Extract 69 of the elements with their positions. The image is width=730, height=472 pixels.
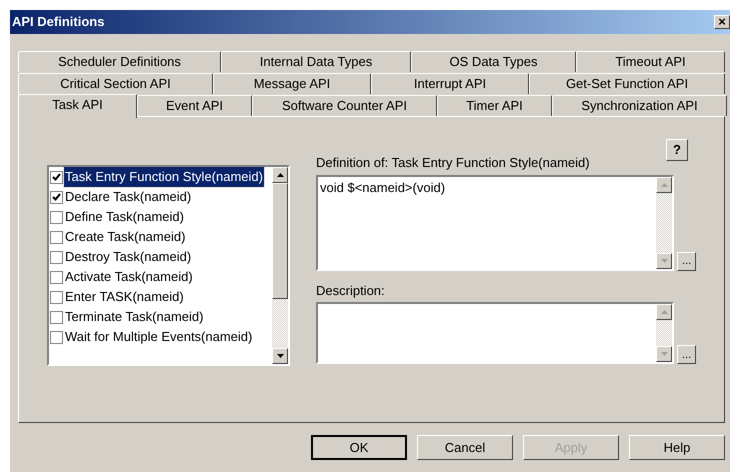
dialog-button[interactable]: OK bbox=[311, 435, 407, 460]
item-label: Declare Task(nameid) bbox=[64, 188, 192, 206]
scroll-down-button[interactable] bbox=[656, 252, 672, 268]
definition-label: Definition of: Task Entry Function Style(nameid) bbox=[316, 154, 591, 172]
check-icon bbox=[52, 173, 61, 181]
item-label: Wait for Multiple Events(nameid) bbox=[64, 328, 254, 346]
tab[interactable]: Synchronization API bbox=[552, 95, 727, 116]
browse-button[interactable]: ... bbox=[677, 345, 696, 364]
item-label: Define Task(nameid) bbox=[64, 208, 185, 226]
up-arrow-icon bbox=[276, 173, 284, 177]
tab[interactable]: OS Data Types bbox=[411, 51, 576, 72]
dialog-button[interactable]: Help bbox=[629, 435, 725, 460]
scroll-down-button[interactable] bbox=[656, 346, 672, 362]
item-label: Terminate Task(nameid) bbox=[64, 308, 204, 326]
definition-field[interactable]: void $<nameid>(void) bbox=[316, 174, 674, 270]
down-arrow-icon bbox=[660, 258, 668, 262]
scrollbar[interactable] bbox=[656, 304, 672, 362]
tab[interactable]: Task API bbox=[18, 94, 137, 118]
tab[interactable]: Message API bbox=[213, 73, 371, 94]
description-field[interactable] bbox=[316, 302, 674, 364]
tab[interactable]: Scheduler Definitions bbox=[18, 51, 221, 72]
tab[interactable]: Timeout API bbox=[576, 51, 725, 72]
item-label: Activate Task(nameid) bbox=[64, 268, 194, 286]
checkbox[interactable] bbox=[50, 310, 63, 324]
list-item[interactable]: Destroy Task(nameid) bbox=[49, 247, 272, 267]
list-item[interactable]: Create Task(nameid) bbox=[49, 227, 272, 247]
tab[interactable]: Internal Data Types bbox=[221, 51, 411, 72]
checkbox[interactable] bbox=[50, 230, 63, 244]
list-item[interactable]: Terminate Task(nameid) bbox=[49, 307, 272, 327]
tab[interactable]: Get-Set Function API bbox=[529, 73, 725, 94]
item-label: Destroy Task(nameid) bbox=[64, 248, 192, 266]
tab[interactable]: Software Counter API bbox=[252, 95, 437, 116]
scroll-up-button[interactable] bbox=[272, 167, 288, 183]
scroll-thumb[interactable] bbox=[272, 183, 288, 299]
scroll-down-button[interactable] bbox=[272, 348, 288, 364]
down-arrow-icon bbox=[276, 354, 284, 358]
tab[interactable]: Interrupt API bbox=[371, 73, 529, 94]
up-arrow-icon bbox=[660, 310, 668, 314]
item-label: Enter TASK(nameid) bbox=[64, 288, 185, 306]
scroll-up-button[interactable] bbox=[656, 176, 672, 192]
checkbox[interactable] bbox=[50, 170, 63, 184]
description-label: Description: bbox=[316, 282, 386, 300]
up-arrow-icon bbox=[660, 182, 668, 186]
scrollbar[interactable] bbox=[656, 176, 672, 268]
list-item[interactable]: Declare Task(nameid) bbox=[49, 187, 272, 207]
scrollbar[interactable] bbox=[272, 167, 288, 364]
browse-button[interactable]: ... bbox=[677, 252, 696, 270]
tab[interactable]: Timer API bbox=[437, 95, 552, 116]
list-item[interactable]: Define Task(nameid) bbox=[49, 207, 272, 227]
checkbox[interactable] bbox=[50, 190, 63, 204]
tab[interactable]: Event API bbox=[137, 95, 252, 116]
window-title: API Definitions bbox=[12, 13, 104, 32]
item-label: Create Task(nameid) bbox=[64, 228, 186, 246]
help-button[interactable]: ? bbox=[666, 139, 688, 161]
dialog-button[interactable]: Cancel bbox=[417, 435, 513, 460]
scroll-up-button[interactable] bbox=[656, 304, 672, 320]
definition-text: void $<nameid>(void) bbox=[319, 178, 446, 197]
checkbox[interactable] bbox=[50, 290, 63, 304]
tab[interactable]: Critical Section API bbox=[18, 73, 213, 94]
list-item[interactable]: Wait for Multiple Events(nameid) bbox=[49, 327, 272, 347]
check-icon bbox=[52, 193, 61, 201]
checkbox[interactable] bbox=[50, 210, 63, 224]
checkbox[interactable] bbox=[50, 270, 63, 284]
down-arrow-icon bbox=[660, 352, 668, 356]
checkbox[interactable] bbox=[50, 330, 63, 344]
checkbox[interactable] bbox=[50, 250, 63, 264]
close-button[interactable]: × bbox=[714, 15, 730, 29]
list-item[interactable]: Enter TASK(nameid) bbox=[49, 287, 272, 307]
list-item[interactable]: Activate Task(nameid) bbox=[49, 267, 272, 287]
